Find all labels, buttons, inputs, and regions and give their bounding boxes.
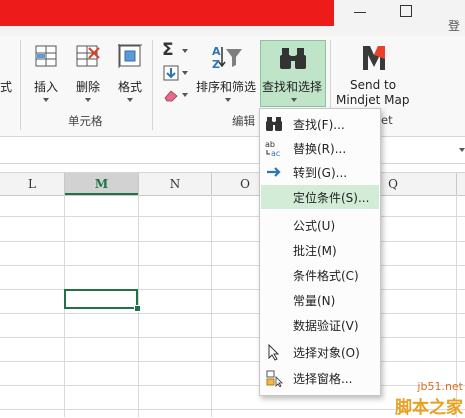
formula-bar[interactable] — [0, 137, 465, 164]
chevron-down-icon — [291, 98, 297, 102]
find-select-menu: 查找(F)... ab ac 替换(R)... 转到(G)... 定位条件(S)… — [259, 108, 381, 396]
menu-item-conditional-formatting[interactable]: 条件格式(C) — [261, 263, 379, 287]
signin-text[interactable]: 登 — [448, 17, 460, 34]
menu-item-goto[interactable]: 转到(G)... — [261, 160, 379, 184]
menu-item-comments[interactable]: 批注(M) — [261, 238, 379, 262]
cells-group-label: 单元格 — [68, 114, 103, 128]
format-button[interactable]: 格式 — [112, 40, 148, 106]
cursor-icon — [268, 343, 280, 361]
sort-filter-icon: A Z — [212, 45, 242, 71]
menu-item-constants[interactable]: 常量(N) — [261, 288, 379, 312]
column-header-row: L M N O Q — [0, 172, 465, 196]
mindjet-label-line1: Send to — [350, 78, 397, 92]
column-header-l[interactable]: L — [0, 173, 64, 195]
chevron-down-icon — [182, 49, 188, 53]
ribbon-separator — [20, 40, 21, 130]
menu-item-select-objects[interactable]: 选择对象(O) — [261, 340, 379, 364]
menu-item-label: 查找(F)... — [293, 118, 345, 132]
formula-bar-expand-icon[interactable] — [459, 148, 465, 152]
menu-item-label: 替换(R)... — [293, 142, 347, 156]
column-separator[interactable] — [456, 173, 457, 195]
menu-item-label: 选择窗格... — [293, 372, 353, 386]
find-select-button[interactable]: 查找和选择 — [260, 40, 326, 107]
fill-handle[interactable] — [134, 305, 141, 312]
ribbon-left-cut-label: 式 — [0, 80, 13, 94]
svg-text:A: A — [212, 45, 221, 58]
menu-item-data-validation[interactable]: 数据验证(V) — [261, 313, 379, 337]
addin-group-label: et — [381, 113, 393, 127]
delete-label: 删除 — [76, 80, 101, 94]
replace-icon: ab ac — [265, 140, 280, 157]
mindjet-logo-icon — [363, 46, 385, 70]
sort-filter-label: 排序和筛选 — [196, 80, 257, 94]
menu-item-label: 转到(G)... — [293, 166, 348, 180]
delete-button[interactable]: 删除 — [70, 40, 106, 106]
menu-item-selection-pane[interactable]: 选择窗格... — [261, 366, 379, 390]
chevron-down-icon — [182, 93, 188, 97]
insert-cells-icon — [35, 45, 57, 67]
menu-item-formulas[interactable]: 公式(U) — [261, 213, 379, 237]
column-header-n[interactable]: N — [139, 173, 211, 195]
menu-item-label: 公式(U) — [293, 219, 336, 233]
menu-item-replace[interactable]: ab ac 替换(R)... — [261, 136, 379, 160]
send-to-mindjet-button[interactable]: Send to Mindjet Map — [334, 40, 414, 107]
menu-item-label: 常量(N) — [293, 294, 336, 308]
arrow-right-icon — [267, 167, 281, 177]
binoculars-icon — [266, 117, 282, 131]
maximize-button[interactable] — [386, 0, 426, 26]
watermark-url: jb51.net — [417, 380, 463, 393]
menu-item-label: 批注(M) — [293, 244, 337, 258]
title-bar-red-strip — [0, 0, 334, 26]
svg-text:Z: Z — [212, 58, 220, 71]
fill-down-icon — [163, 65, 179, 81]
active-cell[interactable] — [64, 289, 138, 309]
binoculars-icon — [280, 48, 306, 69]
sort-filter-button[interactable]: A Z 排序和筛选 — [196, 40, 258, 106]
format-label: 格式 — [118, 80, 143, 94]
watermark: jb51.net 脚本之家 — [388, 380, 465, 418]
column-header-q[interactable]: Q — [378, 173, 408, 195]
watermark-text: 脚本之家 — [395, 398, 463, 418]
chevron-down-icon — [43, 98, 49, 102]
menu-item-label: 定位条件(S)... — [293, 191, 370, 205]
svg-text:ab: ab — [265, 140, 275, 149]
editing-group-label: 编辑 — [232, 114, 255, 128]
column-header-m[interactable]: M — [65, 173, 138, 195]
minimize-icon — [354, 12, 366, 13]
autosum-button[interactable]: Σ — [160, 40, 190, 60]
ribbon-separator — [152, 40, 153, 130]
clear-button[interactable] — [160, 86, 190, 104]
find-select-label: 查找和选择 — [262, 80, 323, 94]
chevron-down-icon — [182, 71, 188, 75]
insert-button[interactable]: 插入 — [28, 40, 64, 106]
eraser-icon — [164, 90, 178, 102]
chevron-down-icon — [225, 98, 231, 102]
fill-button[interactable] — [160, 64, 190, 82]
delete-cells-icon — [76, 45, 100, 67]
format-cells-icon — [118, 44, 142, 68]
insert-label: 插入 — [34, 80, 59, 94]
mindjet-label-line2: Mindjet Map — [336, 93, 410, 107]
menu-item-goto-special[interactable]: 定位条件(S)... — [261, 185, 379, 209]
menu-item-label: 选择对象(O) — [293, 346, 360, 360]
menu-item-label: 条件格式(C) — [293, 269, 359, 283]
maximize-icon — [400, 5, 412, 17]
svg-text:ac: ac — [271, 149, 280, 157]
minimize-button[interactable] — [340, 0, 380, 26]
menu-item-find[interactable]: 查找(F)... — [261, 112, 379, 136]
selection-pane-icon — [266, 370, 283, 387]
chevron-down-icon — [127, 98, 133, 102]
menu-item-label: 数据验证(V) — [293, 319, 359, 333]
chevron-down-icon — [85, 98, 91, 102]
sigma-icon: Σ — [162, 40, 174, 60]
